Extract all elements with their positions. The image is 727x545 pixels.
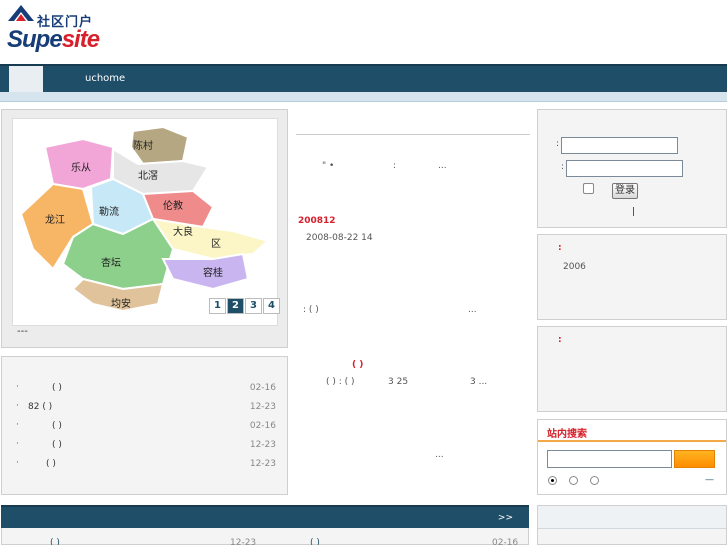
search-header: 站内搜索 — [538, 420, 726, 442]
map-label: 杏坛 — [101, 258, 121, 269]
logo-english-text: Supesite — [7, 26, 100, 54]
password-input[interactable] — [566, 160, 683, 177]
center-text[interactable]: : ( ) — [303, 305, 319, 315]
list-item-title[interactable]: ( ) — [50, 538, 60, 545]
list-item[interactable]: · 82 ( ) 12-23 — [16, 401, 276, 416]
news-list-panel: · ( ) 02-16 · 82 ( ) 12-23 · ( ) 02-16 ·… — [1, 356, 288, 495]
map-label: 勒流 — [99, 207, 119, 218]
map-label: 北滘 — [138, 171, 158, 182]
list-item-title[interactable]: ( ) — [52, 383, 62, 393]
map-label: 龙江 — [45, 215, 65, 226]
login-button[interactable]: 登录 — [612, 183, 638, 199]
username-input[interactable] — [561, 137, 678, 154]
advanced-search-link[interactable]: — — [705, 475, 714, 485]
slide-image[interactable]: 陈村 乐从 北滘 勒流 伦教 龙江 大良 区 杏坛 容桂 均安 — [12, 118, 278, 326]
site-search-panel: 站内搜索 — — [537, 419, 727, 495]
list-item-title[interactable]: 82 ( ) — [28, 402, 52, 412]
center-more[interactable]: 3 ... — [470, 377, 487, 387]
list-item-title[interactable]: ( ) — [52, 440, 62, 450]
nav-item-uchome[interactable]: uchome — [85, 73, 125, 84]
info-box-1: : 2006 — [537, 234, 727, 320]
center-more[interactable]: ... — [435, 450, 444, 460]
center-date: 2008-08-22 14 — [306, 233, 373, 243]
list-item-date: 02-16 — [249, 383, 276, 393]
link-divider: | — [632, 207, 636, 217]
map-label: 容桂 — [203, 268, 223, 279]
bullet: · — [16, 439, 19, 449]
map-label: 陈村 — [133, 141, 153, 152]
list-item-date: 12-23 — [249, 459, 276, 469]
center-text: : — [393, 161, 397, 171]
list-item-date: 12-23 — [249, 440, 276, 450]
bullet: · — [16, 401, 19, 411]
list-item[interactable]: · ( ) 12-23 — [16, 458, 276, 473]
list-item[interactable]: · ( ) 02-16 — [16, 420, 276, 435]
more-link[interactable]: >> — [498, 513, 513, 523]
map-label: 乐从 — [71, 163, 91, 174]
map-label: 均安 — [111, 299, 131, 310]
center-text: 3 25 — [388, 377, 409, 387]
list-item[interactable]: · ( ) 02-16 — [16, 382, 276, 397]
center-divider — [296, 134, 530, 135]
remember-checkbox[interactable] — [583, 183, 594, 194]
list-item[interactable]: · ( ) 12-23 — [16, 439, 276, 454]
info-box-label: : — [558, 243, 562, 253]
bottom-section-body: ( ) 12-23 ( ) 02-16 — [1, 528, 529, 545]
bottom-right-header — [538, 506, 726, 529]
search-title: 站内搜索 — [547, 429, 587, 440]
logo-en-part-b: site — [61, 26, 100, 53]
list-item-date: 12-23 — [249, 402, 276, 412]
center-text[interactable]: " • — [322, 161, 334, 171]
pager-button[interactable]: 3 — [245, 298, 262, 314]
search-input[interactable] — [547, 450, 672, 468]
list-item-title[interactable]: ( ) — [46, 459, 56, 469]
center-red-mark[interactable]: ( ) — [352, 360, 363, 370]
username-label: : — [556, 139, 560, 149]
center-text[interactable]: ( ) : ( ) — [326, 377, 355, 387]
map-label: 伦教 — [163, 201, 183, 212]
search-radio-2[interactable] — [569, 476, 578, 485]
list-item-date: 12-23 — [230, 538, 257, 545]
password-label: : — [561, 162, 565, 172]
list-item-date: 02-16 — [492, 538, 519, 545]
list-item-title[interactable]: ( ) — [52, 421, 62, 431]
logo-en-part-a: Supe — [7, 26, 63, 53]
slide-pager: 1 2 3 4 — [208, 298, 280, 314]
sub-nav-bar — [0, 92, 727, 102]
info-box-label: : — [558, 335, 562, 345]
center-headline[interactable]: 200812 — [298, 216, 336, 226]
list-item-date: 02-16 — [249, 421, 276, 431]
center-more[interactable]: ... — [468, 305, 477, 315]
search-radio-1[interactable] — [548, 476, 557, 485]
map-label: 大良 — [173, 227, 193, 238]
logo-mark-icon — [8, 5, 34, 21]
main-nav: uchome — [0, 64, 727, 92]
center-more[interactable]: ... — [438, 161, 447, 171]
bottom-right-panel — [537, 505, 727, 545]
slide-caption[interactable]: --- — [17, 326, 28, 337]
site-logo[interactable]: 社区门户 Supesite — [6, 4, 106, 56]
info-box-text: 2006 — [563, 262, 586, 272]
bullet: · — [16, 420, 19, 430]
pager-button-active[interactable]: 2 — [227, 298, 244, 314]
bottom-section-header: >> — [1, 505, 529, 528]
search-radio-3[interactable] — [590, 476, 599, 485]
bullet: · — [16, 458, 19, 468]
login-panel: : : 登录 | — [537, 109, 727, 228]
nav-home-tab[interactable] — [9, 66, 43, 92]
bullet: · — [16, 382, 19, 392]
search-button[interactable] — [674, 450, 715, 468]
pager-button[interactable]: 1 — [209, 298, 226, 314]
map-label: 区 — [211, 239, 221, 250]
info-box-2: : — [537, 326, 727, 412]
pager-button[interactable]: 4 — [263, 298, 280, 314]
slideshow-panel: 陈村 乐从 北滘 勒流 伦教 龙江 大良 区 杏坛 容桂 均安 1 2 3 4 … — [1, 109, 288, 348]
list-item-title[interactable]: ( ) — [310, 538, 320, 545]
